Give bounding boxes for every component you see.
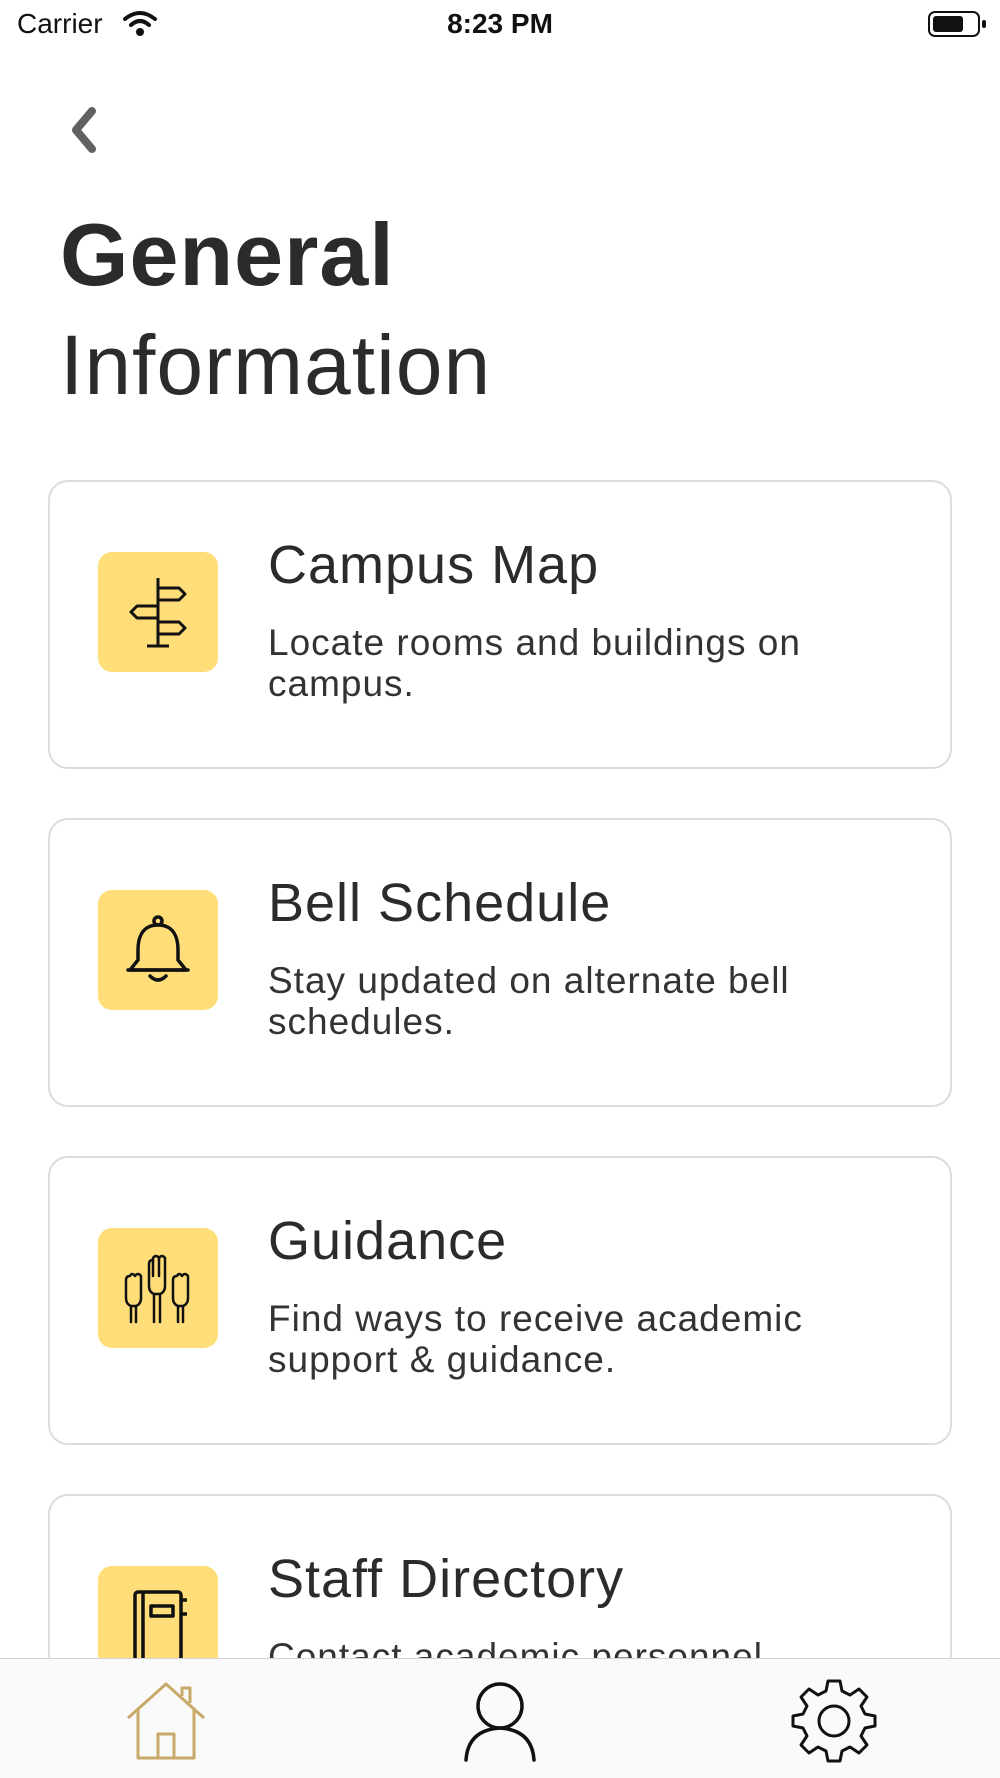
card-title: Guidance [268,1211,508,1271]
page-title-line2: Information [60,318,492,412]
status-time: 8:23 PM [447,8,553,39]
chevron-left-icon [66,105,100,160]
page-title: General Information [60,205,491,425]
battery-icon [928,10,988,43]
tab-profile[interactable] [450,1679,550,1765]
card-staff-directory[interactable]: Staff Directory Contact academic personn… [48,1494,952,1658]
home-icon [124,1678,208,1767]
tab-home[interactable] [116,1679,216,1765]
directory-book-icon [98,1566,218,1658]
tab-settings[interactable] [784,1679,884,1765]
status-bar: Carrier 8:23 PM [0,0,1000,52]
page-title-line1: General [60,205,395,304]
signpost-icon [98,552,218,672]
bell-icon [98,890,218,1010]
raised-hands-icon [98,1228,218,1348]
back-button[interactable] [58,104,108,160]
person-icon [462,1678,538,1767]
card-list: Campus Map Locate rooms and buildings on… [48,480,952,1658]
gear-icon [791,1677,877,1768]
card-title: Staff Directory [268,1549,625,1609]
card-title: Campus Map [268,535,600,595]
card-guidance[interactable]: Guidance Find ways to receive academic s… [48,1156,952,1445]
tab-bar [0,1658,1000,1778]
card-description: Stay updated on alternate bell schedules… [268,960,790,1042]
card-bell-schedule[interactable]: Bell Schedule Stay updated on alternate … [48,818,952,1107]
card-title: Bell Schedule [268,873,612,933]
card-campus-map[interactable]: Campus Map Locate rooms and buildings on… [48,480,952,769]
card-description: Find ways to receive academic support & … [268,1298,803,1380]
card-description: Contact academic personnel [268,1636,763,1658]
card-description: Locate rooms and buildings on campus. [268,622,801,704]
